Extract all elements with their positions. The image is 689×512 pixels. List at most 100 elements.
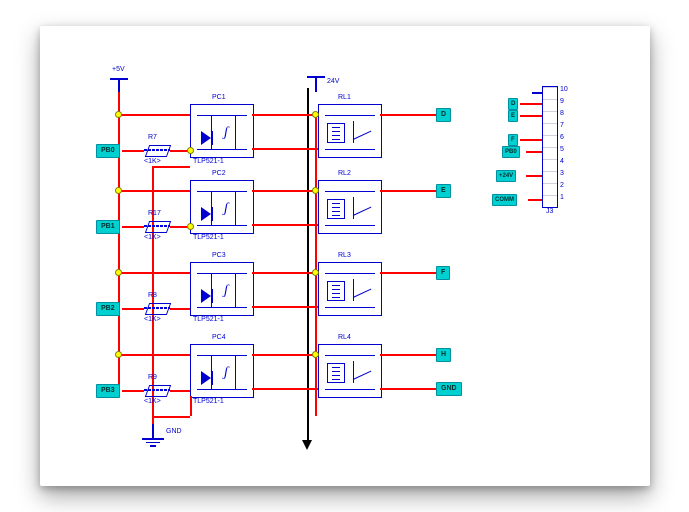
- net-out-3: F: [436, 266, 450, 280]
- junction-dot-icon: [115, 351, 122, 358]
- r4-val: <1K>: [144, 398, 161, 405]
- pin-num-7: 3: [560, 170, 564, 177]
- net-pb3: PB3: [96, 384, 120, 398]
- label-24v: 24V: [327, 78, 339, 85]
- net-pb2: PB2: [96, 302, 120, 316]
- junction-dot-icon: [312, 269, 319, 276]
- junction-dot-icon: [312, 187, 319, 194]
- ic3-part: TLP521-1: [193, 316, 224, 323]
- wire: [380, 190, 436, 192]
- pin-num-1: 9: [560, 98, 564, 105]
- pin-lab-7: +24V: [496, 170, 516, 182]
- r1-ref: R7: [148, 134, 157, 141]
- rail-5v: [118, 92, 120, 394]
- switch-icon: [353, 279, 373, 301]
- r2-ref: R17: [148, 210, 161, 217]
- net-out-2: E: [436, 184, 451, 198]
- pin-num-3: 7: [560, 122, 564, 129]
- wire: [252, 148, 318, 150]
- net-out-4: H: [436, 348, 451, 362]
- wire: [526, 151, 542, 153]
- coil-icon: [327, 281, 345, 301]
- r3-ref: R8: [148, 292, 157, 299]
- resistor-4: [144, 385, 170, 395]
- resistor-3: [144, 303, 170, 313]
- pin-num-4: 6: [560, 134, 564, 141]
- resistor-2: [144, 221, 170, 231]
- wire: [252, 306, 318, 308]
- wire: [122, 390, 144, 392]
- pin-stub: [532, 92, 542, 94]
- r1-val: <1K>: [144, 158, 161, 165]
- rly4-ref: RL4: [338, 334, 351, 341]
- r3-val: <1K>: [144, 316, 161, 323]
- wire: [170, 390, 190, 392]
- relay-4: [318, 344, 382, 398]
- wire: [122, 150, 144, 152]
- wire: [152, 416, 190, 418]
- pin-lab-9: COMM: [492, 194, 517, 206]
- wire: [122, 226, 144, 228]
- junction-dot-icon: [312, 111, 319, 118]
- r4-ref: R9: [148, 374, 157, 381]
- label-5v: +5V: [112, 66, 125, 73]
- ic1-part: TLP521-1: [193, 158, 224, 165]
- transistor-icon: ʃ: [224, 125, 242, 143]
- wire: [118, 354, 190, 356]
- wire: [252, 190, 318, 192]
- wire: [118, 272, 190, 274]
- arrow-down-icon: [302, 440, 312, 450]
- ic2-ref: PC2: [212, 170, 226, 177]
- wire: [252, 114, 318, 116]
- led-icon: [201, 371, 221, 385]
- resistor-1: [144, 145, 170, 155]
- pin-lab-4: F: [508, 134, 518, 146]
- led-icon: [201, 131, 221, 145]
- pin-num-5: 5: [560, 146, 564, 153]
- wire: [380, 388, 436, 390]
- stage: { "power":{"rail_left":"+5V","rail_mid":…: [0, 0, 689, 512]
- wire: [118, 114, 190, 116]
- pin-lab-1: D: [508, 98, 518, 110]
- led-icon: [201, 289, 221, 303]
- label-gnd: GND: [166, 428, 182, 435]
- gnd-symbol: [142, 424, 164, 447]
- conn-ref: J3: [546, 208, 553, 215]
- wire: [252, 388, 318, 390]
- ic2-part: TLP521-1: [193, 234, 224, 241]
- wire: [520, 103, 542, 105]
- optocoupler-1: ʃ: [190, 104, 254, 158]
- ic3-ref: PC3: [212, 252, 226, 259]
- wire: [190, 396, 192, 416]
- wire: [520, 139, 542, 141]
- net-pb0: PB0: [96, 144, 120, 158]
- wire: [380, 354, 436, 356]
- led-icon: [201, 207, 221, 221]
- net-out-4b: GND: [436, 382, 462, 396]
- net-pb1: PB1: [96, 220, 120, 234]
- wire: [252, 224, 318, 226]
- wire: [520, 115, 542, 117]
- wire: [380, 114, 436, 116]
- wire: [170, 308, 190, 310]
- pin-lab-5: PB0: [502, 146, 520, 158]
- net-out-1: D: [436, 108, 451, 122]
- junction-dot-icon: [312, 351, 319, 358]
- wire: [118, 190, 190, 192]
- pin-num-9: 1: [560, 194, 564, 201]
- coil-icon: [327, 123, 345, 143]
- relay-2: [318, 180, 382, 234]
- pin-num-6: 4: [560, 158, 564, 165]
- wire: [122, 308, 144, 310]
- ic4-ref: PC4: [212, 334, 226, 341]
- transistor-icon: ʃ: [224, 365, 242, 383]
- coil-icon: [327, 363, 345, 383]
- rly2-ref: RL2: [338, 170, 351, 177]
- switch-icon: [353, 197, 373, 219]
- rly3-ref: RL3: [338, 252, 351, 259]
- relay-1: [318, 104, 382, 158]
- optocoupler-4: ʃ: [190, 344, 254, 398]
- wire: [380, 272, 436, 274]
- pin-num-8: 2: [560, 182, 564, 189]
- pin-num-2: 8: [560, 110, 564, 117]
